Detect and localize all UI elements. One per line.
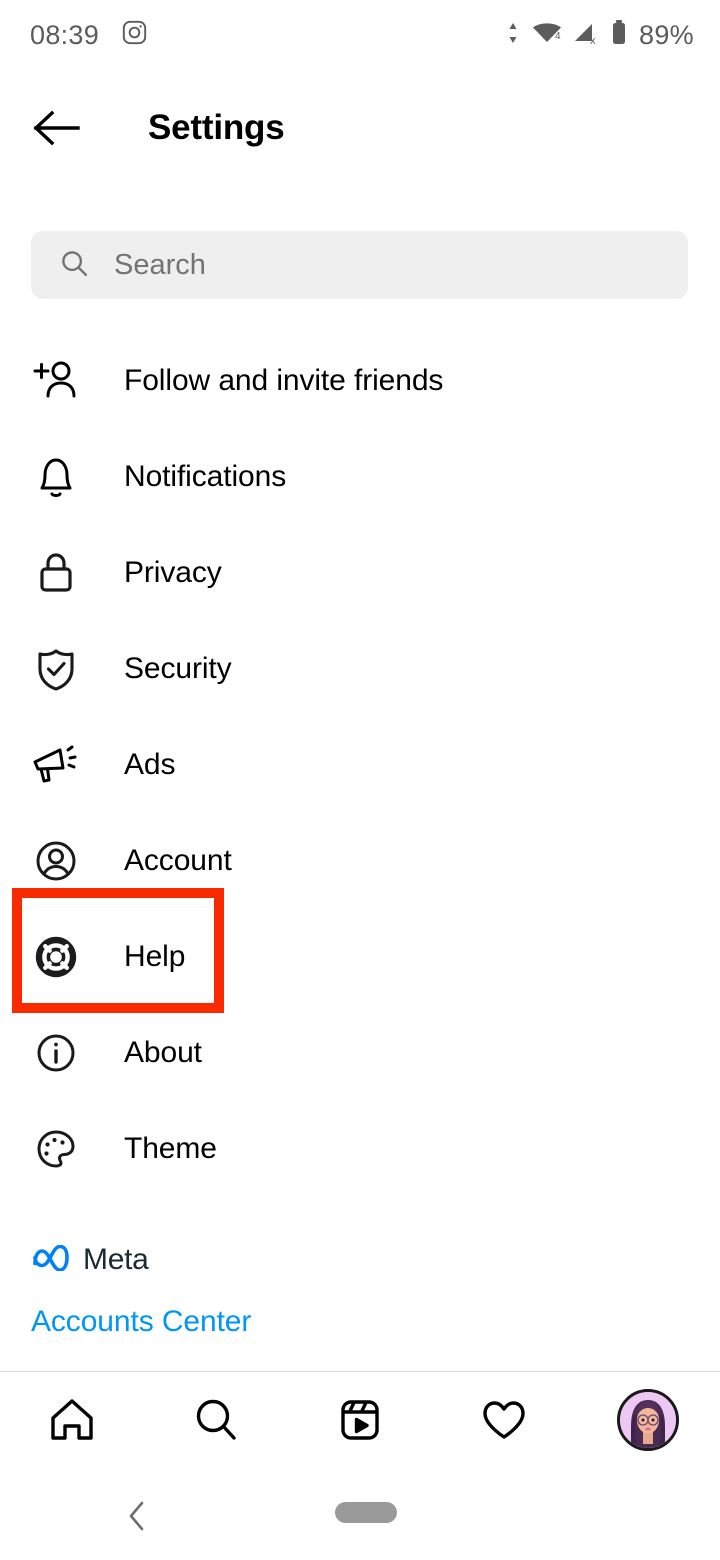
person-add-icon	[28, 358, 84, 404]
accounts-center-link[interactable]: Accounts Center	[31, 1305, 251, 1339]
battery-percent: 89%	[639, 19, 694, 50]
menu-item-privacy[interactable]: Privacy	[0, 525, 720, 621]
home-pill-indicator[interactable]	[335, 1502, 397, 1523]
system-back-chevron-icon[interactable]	[116, 1494, 160, 1538]
nav-profile-button[interactable]	[598, 1372, 698, 1468]
menu-item-help[interactable]: Help	[0, 909, 720, 1005]
status-bar-left: 08:39	[30, 19, 148, 51]
menu-item-security[interactable]: Security	[0, 621, 720, 717]
search-icon	[59, 248, 89, 283]
nav-home-button[interactable]	[22, 1372, 122, 1468]
cellular-signal-off-icon: x	[573, 20, 601, 51]
menu-item-label: Theme	[124, 1132, 217, 1165]
wifi-icon: 4	[532, 20, 564, 51]
shield-check-icon	[28, 645, 84, 693]
back-button[interactable]	[14, 86, 98, 170]
menu-item-label: Ads	[124, 748, 176, 781]
person-circle-icon	[28, 837, 84, 885]
menu-item-label: Privacy	[124, 556, 222, 589]
palette-icon	[28, 1125, 84, 1173]
lock-icon	[28, 549, 84, 597]
menu-item-label: Help	[124, 940, 186, 973]
meta-infinity-icon	[31, 1244, 71, 1276]
menu-item-label: Follow and invite friends	[124, 364, 444, 397]
reels-icon	[341, 1400, 379, 1440]
nav-activity-button[interactable]	[454, 1372, 554, 1468]
menu-item-notifications[interactable]: Notifications	[0, 429, 720, 525]
app-header: Settings	[0, 86, 720, 170]
status-bar: 08:39 4 x 89%	[0, 0, 720, 70]
status-bar-right: 4 x 89%	[509, 19, 694, 52]
nav-search-button[interactable]	[166, 1372, 266, 1468]
svg-text:x: x	[590, 35, 596, 46]
data-transfer-arrows-icon	[509, 20, 523, 51]
search-placeholder: Search	[114, 248, 206, 281]
bottom-navigation-bar	[0, 1372, 720, 1468]
menu-item-label: About	[124, 1036, 202, 1069]
meta-branding-row: Meta	[31, 1243, 149, 1277]
svg-text:4: 4	[555, 31, 561, 42]
menu-item-label: Security	[124, 652, 232, 685]
home-icon	[51, 1399, 93, 1440]
menu-item-label: Notifications	[124, 460, 287, 493]
nav-reels-button[interactable]	[310, 1372, 410, 1468]
menu-item-account[interactable]: Account	[0, 813, 720, 909]
menu-item-theme[interactable]: Theme	[0, 1101, 720, 1197]
search-icon	[196, 1399, 236, 1440]
info-circle-icon	[28, 1029, 84, 1077]
status-time: 08:39	[30, 19, 100, 50]
life-ring-icon	[28, 933, 84, 981]
menu-item-label: Account	[124, 844, 232, 877]
page-title: Settings	[148, 108, 285, 147]
bell-icon	[28, 453, 84, 501]
menu-item-ads[interactable]: Ads	[0, 717, 720, 813]
instagram-settings-screen: 08:39 4 x 89% Settings Search Follow and…	[0, 0, 720, 1560]
back-arrow-icon	[33, 110, 80, 146]
menu-item-follow-and-invite-friends[interactable]: Follow and invite friends	[0, 333, 720, 429]
profile-avatar-icon	[617, 1389, 679, 1451]
instagram-icon	[121, 19, 148, 51]
search-input[interactable]: Search	[31, 231, 688, 299]
battery-icon	[610, 19, 628, 52]
settings-menu-list: Follow and invite friends Notifications …	[0, 333, 720, 1197]
heart-icon	[483, 1401, 525, 1439]
megaphone-icon	[28, 741, 84, 789]
menu-item-about[interactable]: About	[0, 1005, 720, 1101]
meta-wordmark: Meta	[83, 1243, 149, 1276]
